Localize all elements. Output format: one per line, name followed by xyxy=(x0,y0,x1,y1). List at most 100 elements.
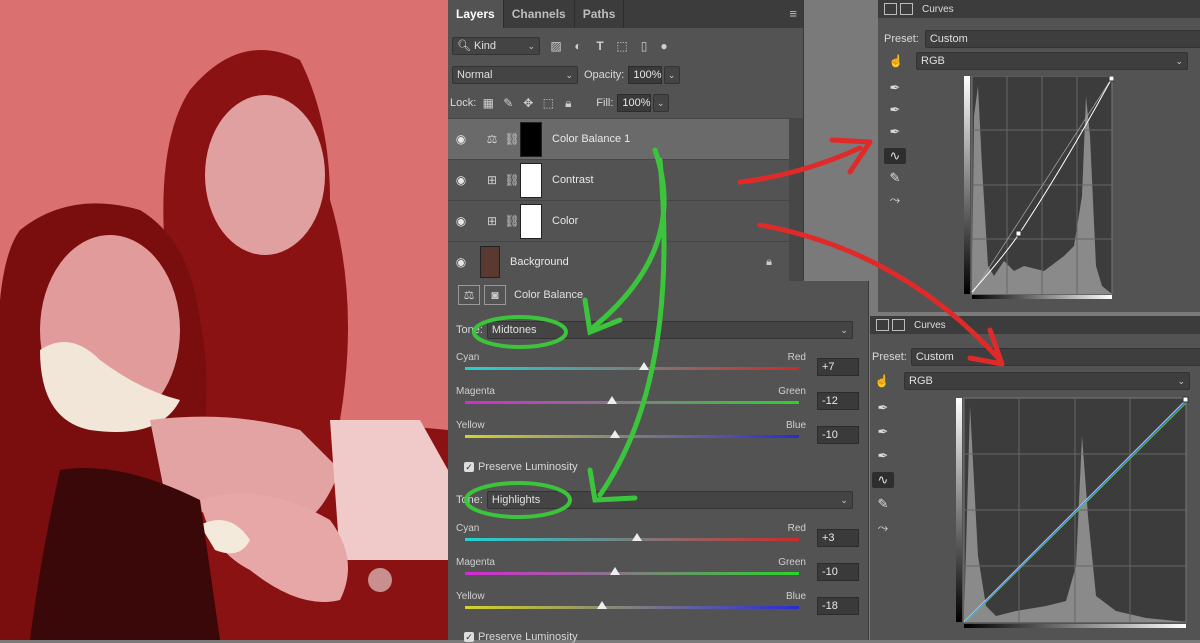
lock-position-icon[interactable]: ✥ xyxy=(520,96,536,110)
curves-panel-bottom: Curves Preset: Custom ☝ RGB ⌄ ✒ ✒ ✒ ∿ ✎ … xyxy=(870,316,1200,640)
smooth-icon[interactable]: ⤳ xyxy=(872,520,894,536)
slider-knob[interactable] xyxy=(632,533,642,541)
layer-name: Contrast xyxy=(552,174,594,186)
cyan-red-slider[interactable] xyxy=(465,362,799,370)
link-icon[interactable]: ⛓ xyxy=(504,132,520,146)
blend-mode-select[interactable]: Normal ⌄ xyxy=(452,66,578,84)
lock-artboard-icon[interactable]: ⬚ xyxy=(540,96,556,110)
curves-graph[interactable] xyxy=(964,76,1114,302)
channel-select[interactable]: RGB ⌄ xyxy=(916,52,1188,70)
channel-select[interactable]: RGB ⌄ xyxy=(904,372,1190,390)
filter-shape-icon[interactable]: ⬚ xyxy=(614,39,630,53)
filter-adjustment-icon[interactable]: ◐ xyxy=(570,39,586,53)
lock-transparent-icon[interactable]: ▦ xyxy=(480,96,496,110)
layers-scrollbar[interactable] xyxy=(789,118,803,281)
preset-select[interactable]: Custom xyxy=(910,348,1200,366)
opacity-dropdown[interactable]: ⌄ xyxy=(664,66,681,84)
layer-row-color[interactable]: ◉ ⊞ ⛓ Color xyxy=(448,200,790,241)
channel-value: RGB xyxy=(921,55,945,67)
eye-icon[interactable]: ◉ xyxy=(448,214,474,228)
eyedropper-black-icon[interactable]: ✒ xyxy=(884,80,906,96)
fill-dropdown[interactable]: ⌄ xyxy=(653,94,670,112)
targeted-adjustment-icon[interactable]: ☝ xyxy=(874,374,890,388)
layer-mask-thumbnail[interactable] xyxy=(520,162,542,198)
curves-graph[interactable] xyxy=(956,396,1192,638)
yellow-blue-value[interactable]: -18 xyxy=(817,597,859,615)
filter-toggle-icon[interactable]: ● xyxy=(656,39,672,53)
preserve-luminosity-row[interactable]: ✓ Preserve Luminosity xyxy=(464,461,578,473)
preset-select[interactable]: Custom xyxy=(924,30,1200,48)
smooth-icon[interactable]: ⤳ xyxy=(884,192,906,208)
filter-type-icon[interactable]: T xyxy=(592,39,608,53)
layer-row-color-balance-1[interactable]: ◉ ⚖ ⛓ Color Balance 1 xyxy=(448,118,790,159)
lock-all-icon[interactable]: 🔒︎ xyxy=(560,96,576,111)
layer-name: Background xyxy=(510,256,569,268)
lock-image-icon[interactable]: ✎ xyxy=(500,96,516,110)
curves-adjustment-icon: ⊞ xyxy=(486,173,498,187)
filter-smart-object-icon[interactable]: ▯ xyxy=(636,39,652,53)
yellow-blue-slider[interactable] xyxy=(465,601,799,609)
slider-right-label: Blue xyxy=(785,420,806,431)
opacity-input[interactable]: 100% xyxy=(628,66,663,84)
curve-point-tool-icon[interactable]: ∿ xyxy=(872,472,894,488)
blend-row: Normal ⌄ Opacity: 100% ⌄ xyxy=(452,66,803,84)
slider-knob[interactable] xyxy=(596,601,607,609)
slider-knob[interactable] xyxy=(610,430,621,438)
layers-panel: Layers Channels Paths ≡ 🔍︎ Kind ⌄ ▨ ◐ T … xyxy=(448,0,804,281)
layer-mask-thumbnail[interactable] xyxy=(520,203,542,239)
eye-icon[interactable]: ◉ xyxy=(448,173,474,187)
layer-row-contrast[interactable]: ◉ ⊞ ⛓ Contrast xyxy=(448,159,790,200)
photo-image xyxy=(0,0,448,640)
eyedropper-black-icon[interactable]: ✒ xyxy=(872,400,894,416)
slider-knob[interactable] xyxy=(638,362,649,370)
magenta-green-value[interactable]: -12 xyxy=(817,392,859,410)
slider-knob[interactable] xyxy=(610,567,621,575)
link-icon[interactable]: ⛓ xyxy=(504,214,520,228)
background-thumbnail[interactable] xyxy=(480,246,500,278)
tab-channels[interactable]: Channels xyxy=(504,0,575,28)
layer-row-background[interactable]: ◉ Background 🔒︎ xyxy=(448,241,790,282)
targeted-adjustment-icon[interactable]: ☝ xyxy=(888,54,904,68)
lock-label: Lock: xyxy=(450,97,477,109)
layer-mask-thumbnail[interactable] xyxy=(520,121,542,157)
yellow-blue-value[interactable]: -10 xyxy=(817,426,859,444)
tone-select[interactable]: Midtones ⌄ xyxy=(486,321,853,339)
checkbox[interactable]: ✓ xyxy=(464,462,474,472)
eyedropper-white-icon[interactable]: ✒ xyxy=(872,448,894,464)
filter-kind-select[interactable]: 🔍︎ Kind ⌄ xyxy=(452,37,540,55)
eyedropper-gray-icon[interactable]: ✒ xyxy=(872,424,894,440)
eye-icon[interactable]: ◉ xyxy=(448,132,474,146)
eye-icon[interactable]: ◉ xyxy=(448,255,474,269)
layer-name: Color Balance 1 xyxy=(552,133,631,145)
curves-adjustment-icon xyxy=(884,3,897,15)
eyedropper-gray-icon[interactable]: ✒ xyxy=(884,102,906,118)
mask-icon[interactable] xyxy=(892,319,905,331)
panel-menu-icon[interactable]: ≡ xyxy=(789,6,797,21)
mask-icon[interactable] xyxy=(900,3,913,15)
filter-pixel-icon[interactable]: ▨ xyxy=(548,39,564,53)
tone-select[interactable]: Highlights ⌄ xyxy=(486,491,853,509)
preserve-luminosity-row[interactable]: ✓ Preserve Luminosity xyxy=(464,631,578,643)
preset-row: Preset: Custom xyxy=(884,30,1200,48)
magenta-green-slider[interactable] xyxy=(465,567,799,575)
pencil-icon[interactable]: ✎ xyxy=(872,496,894,512)
cyan-red-slider[interactable] xyxy=(465,533,799,541)
magenta-green-value[interactable]: -10 xyxy=(817,563,859,581)
checkbox[interactable]: ✓ xyxy=(464,632,474,642)
tab-layers[interactable]: Layers xyxy=(448,0,504,28)
fill-input[interactable]: 100% xyxy=(617,94,652,112)
eyedropper-white-icon[interactable]: ✒ xyxy=(884,124,906,140)
tab-paths[interactable]: Paths xyxy=(575,0,625,28)
pencil-icon[interactable]: ✎ xyxy=(884,170,906,186)
mask-icon[interactable]: ◙ xyxy=(484,285,506,305)
cyan-red-value[interactable]: +3 xyxy=(817,529,859,547)
curve-point-tool-icon[interactable]: ∿ xyxy=(884,148,906,164)
cyan-red-value[interactable]: +7 xyxy=(817,358,859,376)
slider-knob[interactable] xyxy=(606,396,617,404)
yellow-blue-slider[interactable] xyxy=(465,430,799,438)
slider-left-label: Cyan xyxy=(456,523,480,534)
curves-title: Curves xyxy=(922,3,954,15)
magenta-green-slider[interactable] xyxy=(465,396,799,404)
tone-row-midtones: Tone: Midtones ⌄ xyxy=(456,321,860,339)
link-icon[interactable]: ⛓ xyxy=(504,173,520,187)
